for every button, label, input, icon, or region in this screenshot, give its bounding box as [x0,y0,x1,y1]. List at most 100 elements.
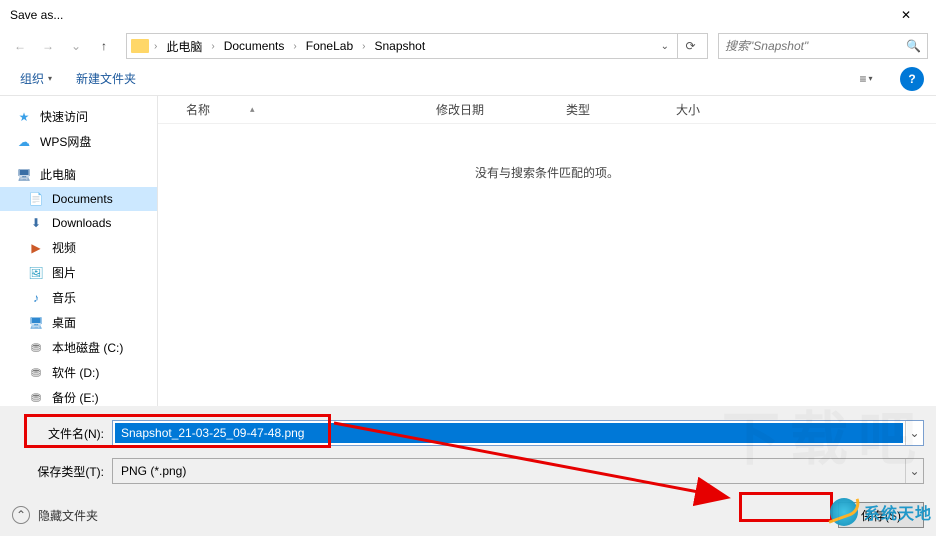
column-size[interactable]: 大小 [668,101,748,118]
footer: 文件名(N): ⌄ 保存类型(T): PNG (*.png) ⌄ ⌃ 隐藏文件夹… [0,406,936,536]
arrow-right-icon: → [42,39,54,53]
filetype-dropdown[interactable]: ⌄ [905,459,923,483]
tree-item[interactable]: ☁ WPS网盘 [0,129,157,154]
history-dropdown[interactable]: ⌄ [64,34,88,58]
tree-item[interactable]: ★ 快速访问 [0,104,157,129]
collapse-folders-button[interactable]: ⌃ [12,506,30,524]
main-content: ★ 快速访问 ☁ WPS网盘 🖥 此电脑 📄 Documents ⬇ Downloads ▶ 视频 🖼图… [0,96,936,406]
hide-folders-link[interactable]: 隐藏文件夹 [38,507,98,524]
chevron-right-icon[interactable]: › [208,41,217,52]
tree-item[interactable]: ⛃ 软件 (D:) [0,360,157,385]
tree-item-icon: ⛃ [28,390,44,406]
tree-item-icon: 🖥 [28,315,44,331]
nav-row: ← → ⌄ ↑ › 此电脑 › Documents › FoneLab › Sn… [0,30,936,62]
refresh-button[interactable]: ⟳ [677,34,703,58]
tree-item-icon: ⬇ [28,215,44,231]
up-button[interactable]: ↑ [92,34,116,58]
tree-item-label: WPS网盘 [40,133,91,150]
breadcrumb-item[interactable]: FoneLab [302,37,357,55]
breadcrumb-item[interactable]: Snapshot [370,37,429,55]
filetype-label: 保存类型(T): [12,463,104,480]
empty-message: 没有与搜索条件匹配的项。 [158,164,936,181]
new-folder-label: 新建文件夹 [76,70,136,87]
tree-item-label: 桌面 [52,314,76,331]
column-type[interactable]: 类型 [558,101,668,118]
tree-item-label: Downloads [52,216,111,230]
address-dropdown[interactable]: ⌄ [655,41,675,52]
column-date[interactable]: 修改日期 [428,101,558,118]
organize-label: 组织 [20,70,44,87]
tree-item-label: 备份 (E:) [52,389,99,406]
close-button[interactable]: ✕ [886,1,926,29]
list-pane[interactable]: 名称 ▴ 修改日期 类型 大小 没有与搜索条件匹配的项。 [158,96,936,406]
tree-item[interactable]: 📄 Documents [0,187,157,211]
tree-item-label: 视频 [52,239,76,256]
sort-indicator-icon: ▴ [250,104,255,115]
view-button[interactable]: ≡ ▾ [848,67,884,91]
tree-item-label: Documents [52,192,113,206]
tree-item-icon: 🖥 [16,167,32,183]
tree-item[interactable]: ♪ 音乐 [0,285,157,310]
close-icon: ✕ [901,8,911,22]
filename-dropdown[interactable]: ⌄ [905,421,923,445]
help-button[interactable]: ? [900,67,924,91]
chevron-right-icon[interactable]: › [359,41,368,52]
tree-item[interactable]: ▶ 视频 [0,235,157,260]
tree-item-icon: ☁ [16,134,32,150]
chevron-down-icon: ▾ [869,74,873,83]
tree-item-label: 软件 (D:) [52,364,99,381]
chevron-down-icon: ⌄ [71,39,81,53]
tree-item-icon: 📄 [28,191,44,207]
breadcrumb-item[interactable]: Documents [220,37,289,55]
watermark: 系统天地 [830,498,932,526]
tree-item-icon: ▶ [28,240,44,256]
filetype-value: PNG (*.png) [113,464,905,478]
tree-item[interactable]: 🖥 桌面 [0,310,157,335]
search-icon[interactable]: 🔍 [906,39,921,53]
arrow-left-icon: ← [14,39,26,53]
chevron-right-icon[interactable]: › [290,41,299,52]
tree-item-icon: ★ [16,109,32,125]
breadcrumb[interactable]: › 此电脑 › Documents › FoneLab › Snapshot ⌄… [126,33,708,59]
filename-label: 文件名(N): [12,425,104,442]
tree-item[interactable]: 🖼图片 [0,260,157,285]
tree-item-icon: ⛃ [28,365,44,381]
organize-button[interactable]: 组织 ▾ [12,66,60,91]
column-name[interactable]: 名称 ▴ [178,101,428,118]
tree-item-label: 音乐 [52,289,76,306]
tree-item-label: 此电脑 [40,166,76,183]
chevron-down-icon: ⌄ [909,426,919,440]
chevron-down-icon: ⌄ [909,464,919,478]
back-button[interactable]: ← [8,34,32,58]
folder-icon [131,39,149,53]
view-icon: ≡ [859,72,866,86]
arrow-up-icon: ↑ [101,39,107,53]
tree-item[interactable]: ⛃ 备份 (E:) [0,385,157,406]
tree-item-label: 本地磁盘 (C:) [52,339,123,356]
tree-item[interactable]: ⬇ Downloads [0,211,157,235]
tree-item-icon: ⛃ [28,340,44,356]
search-input[interactable] [725,39,906,53]
tree-item[interactable]: ⛃ 本地磁盘 (C:) [0,335,157,360]
globe-icon [830,498,858,526]
filetype-combo[interactable]: PNG (*.png) ⌄ [112,458,924,484]
chevron-down-icon: ▾ [48,74,52,83]
help-icon: ? [908,72,915,86]
breadcrumb-item[interactable]: 此电脑 [162,36,206,57]
search-box[interactable]: 🔍 [718,33,928,59]
chevron-up-icon: ⌃ [16,508,26,522]
forward-button[interactable]: → [36,34,60,58]
filename-combo[interactable]: ⌄ [112,420,924,446]
tree-pane[interactable]: ★ 快速访问 ☁ WPS网盘 🖥 此电脑 📄 Documents ⬇ Downloads ▶ 视频 🖼图… [0,96,158,406]
window-title: Save as... [10,8,63,22]
new-folder-button[interactable]: 新建文件夹 [68,66,144,91]
list-header: 名称 ▴ 修改日期 类型 大小 [158,96,936,124]
tree-item[interactable]: 🖥 此电脑 [0,162,157,187]
tree-item-label: 快速访问 [40,108,88,125]
filename-input[interactable] [115,423,903,443]
chevron-right-icon[interactable]: › [151,41,160,52]
watermark-text: 系统天地 [864,500,932,524]
tree-item-icon: ♪ [28,290,44,306]
toolbar: 组织 ▾ 新建文件夹 ≡ ▾ ? [0,62,936,96]
title-bar: Save as... ✕ [0,0,936,30]
